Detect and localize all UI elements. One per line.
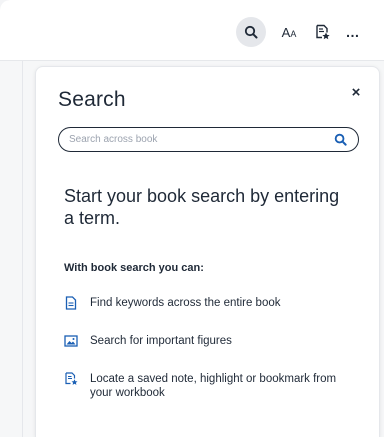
text-size-button[interactable]: AA — [274, 17, 304, 47]
workbook-star-icon — [316, 24, 330, 40]
features-heading: With book search you can: — [64, 262, 204, 274]
search-icon — [334, 133, 347, 146]
feature-item: Search for important figures — [64, 334, 350, 348]
feature-text: Search for important figures — [90, 335, 232, 347]
image-icon — [64, 335, 78, 347]
top-toolbar: AA … — [0, 0, 384, 61]
search-submit-button[interactable] — [333, 132, 348, 147]
search-input[interactable] — [69, 128, 329, 150]
close-icon: × — [351, 83, 361, 101]
more-icon: … — [345, 24, 361, 40]
close-button[interactable]: × — [347, 83, 365, 101]
left-sidebar — [0, 61, 23, 437]
feature-text: Locate a saved note, highlight or bookma… — [90, 373, 337, 399]
text-size-small-a: A — [290, 28, 297, 39]
workbook-button[interactable] — [307, 17, 337, 47]
empty-state-heading: Start your book search by entering a ter… — [64, 186, 340, 228]
document-icon — [65, 296, 77, 310]
feature-text: Find keywords across the entire book — [90, 297, 281, 309]
search-box — [58, 127, 359, 152]
text-size-icon: AA — [281, 24, 297, 40]
feature-item: Locate a saved note, highlight or bookma… — [64, 372, 350, 400]
feature-item: Find keywords across the entire book — [64, 296, 350, 310]
reader-window: AA … Search × Search across book Start y… — [0, 0, 384, 437]
search-icon — [244, 25, 258, 39]
search-panel: Search × Start your book search by enter… — [35, 66, 380, 437]
more-options-button[interactable]: … — [338, 17, 368, 47]
panel-title: Search — [58, 88, 126, 111]
note-star-icon — [65, 372, 78, 385]
search-toggle-button[interactable] — [236, 17, 266, 47]
